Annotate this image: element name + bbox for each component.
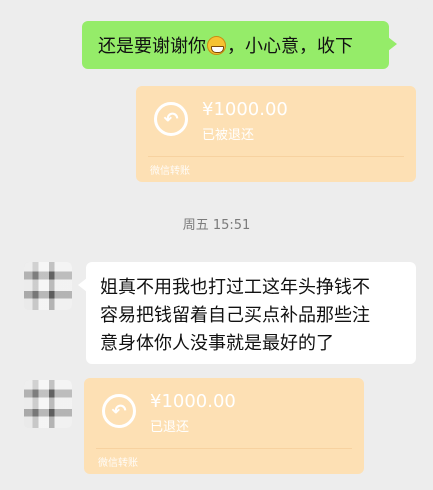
transfer-footer: 微信转账 [98,458,138,469]
transfer-amount: ¥1000.00 [150,391,236,412]
transfer-card-returned-in[interactable]: ↶ ¥1000.00 已退还 微信转账 [84,378,364,474]
outgoing-message-text-part1: 还是要谢谢你 [98,36,206,57]
grin-emoji-icon [207,35,226,55]
transfer-card-returned-out[interactable]: ↶ ¥1000.00 已被退还 微信转账 [136,86,416,182]
incoming-message-line: 容易把钱留着自己买点补品那些注 [100,305,370,326]
transfer-divider [96,448,352,449]
incoming-message-line: 姐真不用我也打过工这年头挣钱不 [100,277,370,298]
transfer-status: 已退还 [150,420,190,435]
return-arrow-icon: ↶ [102,394,136,428]
return-arrow-icon: ↶ [154,102,188,136]
outgoing-message-bubble[interactable]: 还是要谢谢你 ，小心意，收下 [82,21,397,69]
transfer-status: 已被退还 [202,128,255,143]
message-timestamp: 周五 15:51 [182,218,251,233]
incoming-message-bubble[interactable]: 姐真不用我也打过工这年头挣钱不 容易把钱留着自己买点补品那些注 意身体你人没事就… [78,262,416,364]
contact-avatar[interactable] [24,380,72,428]
transfer-amount: ¥1000.00 [202,99,288,120]
contact-avatar[interactable] [24,262,72,310]
outgoing-message-text-part2: ，小心意，收下 [227,36,353,57]
incoming-message-line: 意身体你人没事就是最好的了 [100,333,334,354]
transfer-footer: 微信转账 [150,166,190,177]
transfer-divider [148,156,404,157]
